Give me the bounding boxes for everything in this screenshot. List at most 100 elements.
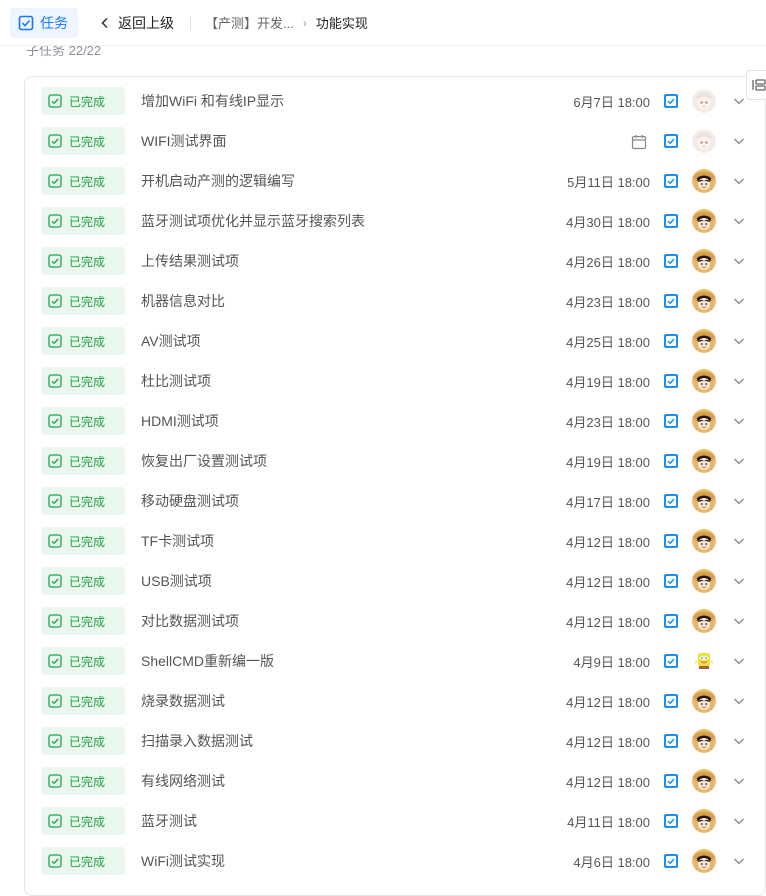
back-button[interactable]: 返回上级 [100, 13, 174, 33]
calendar-icon[interactable] [631, 134, 647, 150]
assignee-avatar[interactable] [692, 569, 716, 593]
status-badge[interactable]: 已完成 [41, 327, 125, 355]
due-date[interactable]: 4月17日 18:00 [566, 492, 650, 511]
status-badge[interactable]: 已完成 [41, 647, 125, 675]
task-title[interactable]: 开机启动产测的逻辑编写 [141, 171, 753, 191]
task-tab[interactable]: 任务 [10, 7, 78, 38]
task-title[interactable]: HDMI测试项 [141, 411, 753, 431]
due-date[interactable]: 4月6日 18:00 [573, 852, 650, 871]
status-badge[interactable]: 已完成 [41, 607, 125, 635]
task-title[interactable]: 杜比测试项 [141, 371, 753, 391]
status-badge[interactable]: 已完成 [41, 127, 125, 155]
task-title[interactable]: 对比数据测试项 [141, 611, 753, 631]
chevron-down-icon[interactable] [733, 776, 745, 786]
assignee-avatar[interactable] [692, 609, 716, 633]
task-row[interactable]: 已完成 增加WiFi 和有线IP显示 6月7日 18:00 [41, 81, 753, 121]
chevron-down-icon[interactable] [733, 216, 745, 226]
task-title[interactable]: AV测试项 [141, 331, 753, 351]
task-row[interactable]: 已完成 恢复出厂设置测试项 4月19日 18:00 [41, 441, 753, 481]
assignee-avatar[interactable] [692, 409, 716, 433]
due-date[interactable]: 4月23日 18:00 [566, 292, 650, 311]
assignee-avatar[interactable] [692, 769, 716, 793]
task-title[interactable]: 扫描录入数据测试 [141, 731, 753, 751]
due-date[interactable]: 4月25日 18:00 [566, 332, 650, 351]
status-badge[interactable]: 已完成 [41, 367, 125, 395]
chevron-down-icon[interactable] [733, 96, 745, 106]
assignee-avatar[interactable] [692, 289, 716, 313]
task-title[interactable]: WiFi测试实现 [141, 851, 753, 871]
chevron-down-icon[interactable] [733, 136, 745, 146]
task-row[interactable]: 已完成 杜比测试项 4月19日 18:00 [41, 361, 753, 401]
task-title[interactable]: 烧录数据测试 [141, 691, 753, 711]
task-row[interactable]: 已完成 ShellCMD重新编一版 4月9日 18:00 [41, 641, 753, 681]
task-title[interactable]: 机器信息对比 [141, 291, 753, 311]
chevron-down-icon[interactable] [733, 576, 745, 586]
due-date[interactable]: 6月7日 18:00 [573, 92, 650, 111]
due-date[interactable]: 4月12日 18:00 [566, 732, 650, 751]
task-title[interactable]: 移动硬盘测试项 [141, 491, 753, 511]
status-badge[interactable]: 已完成 [41, 567, 125, 595]
chevron-down-icon[interactable] [733, 496, 745, 506]
assignee-avatar[interactable] [692, 369, 716, 393]
due-date[interactable]: 4月12日 18:00 [566, 772, 650, 791]
task-title[interactable]: ShellCMD重新编一版 [141, 651, 753, 671]
chevron-down-icon[interactable] [733, 616, 745, 626]
due-date[interactable]: 4月19日 18:00 [566, 372, 650, 391]
breadcrumb-parent[interactable]: 【产测】开发... [205, 13, 294, 32]
task-title[interactable]: 有线网络测试 [141, 771, 753, 791]
task-row[interactable]: 已完成 扫描录入数据测试 4月12日 18:00 [41, 721, 753, 761]
task-row[interactable]: 已完成 TF卡测试项 4月12日 18:00 [41, 521, 753, 561]
due-date[interactable]: 4月23日 18:00 [566, 412, 650, 431]
status-badge[interactable]: 已完成 [41, 807, 125, 835]
due-date[interactable]: 4月19日 18:00 [566, 452, 650, 471]
task-row[interactable]: 已完成 WiFi测试实现 4月6日 18:00 [41, 841, 753, 881]
status-badge[interactable]: 已完成 [41, 207, 125, 235]
status-badge[interactable]: 已完成 [41, 87, 125, 115]
assignee-avatar[interactable] [692, 89, 716, 113]
task-title[interactable]: TF卡测试项 [141, 531, 753, 551]
chevron-down-icon[interactable] [733, 816, 745, 826]
assignee-avatar[interactable] [692, 489, 716, 513]
due-date[interactable]: 5月11日 18:00 [567, 172, 650, 191]
task-row[interactable]: 已完成 蓝牙测试项优化并显示蓝牙搜索列表 4月30日 18:00 [41, 201, 753, 241]
task-title[interactable]: USB测试项 [141, 571, 753, 591]
task-row[interactable]: 已完成 开机启动产测的逻辑编写 5月11日 18:00 [41, 161, 753, 201]
due-date[interactable]: 4月9日 18:00 [573, 652, 650, 671]
assignee-avatar[interactable] [692, 249, 716, 273]
task-row[interactable]: 已完成 WIFI测试界面 [41, 121, 753, 161]
due-date[interactable]: 4月11日 18:00 [567, 812, 650, 831]
assignee-avatar[interactable] [692, 129, 716, 153]
task-title[interactable]: WIFI测试界面 [141, 131, 753, 151]
task-row[interactable]: 已完成 有线网络测试 4月12日 18:00 [41, 761, 753, 801]
assignee-avatar[interactable] [692, 329, 716, 353]
task-title[interactable]: 增加WiFi 和有线IP显示 [141, 91, 753, 111]
task-row[interactable]: 已完成 烧录数据测试 4月12日 18:00 [41, 681, 753, 721]
status-badge[interactable]: 已完成 [41, 847, 125, 875]
status-badge[interactable]: 已完成 [41, 407, 125, 435]
due-date[interactable]: 4月12日 18:00 [566, 572, 650, 591]
task-row[interactable]: 已完成 对比数据测试项 4月12日 18:00 [41, 601, 753, 641]
status-badge[interactable]: 已完成 [41, 247, 125, 275]
chevron-down-icon[interactable] [733, 296, 745, 306]
assignee-avatar[interactable] [692, 689, 716, 713]
due-date[interactable]: 4月26日 18:00 [566, 252, 650, 271]
chevron-down-icon[interactable] [733, 416, 745, 426]
task-row[interactable]: 已完成 蓝牙测试 4月11日 18:00 [41, 801, 753, 841]
chevron-down-icon[interactable] [733, 376, 745, 386]
assignee-avatar[interactable] [692, 169, 716, 193]
status-badge[interactable]: 已完成 [41, 727, 125, 755]
task-row[interactable]: 已完成 移动硬盘测试项 4月17日 18:00 [41, 481, 753, 521]
task-row[interactable]: 已完成 USB测试项 4月12日 18:00 [41, 561, 753, 601]
status-badge[interactable]: 已完成 [41, 447, 125, 475]
task-row[interactable]: 已完成 HDMI测试项 4月23日 18:00 [41, 401, 753, 441]
status-badge[interactable]: 已完成 [41, 287, 125, 315]
status-badge[interactable]: 已完成 [41, 687, 125, 715]
chevron-down-icon[interactable] [733, 176, 745, 186]
due-date[interactable]: 4月12日 18:00 [566, 532, 650, 551]
chevron-down-icon[interactable] [733, 696, 745, 706]
assignee-avatar[interactable] [692, 809, 716, 833]
assignee-avatar[interactable] [692, 849, 716, 873]
assignee-avatar[interactable] [692, 649, 716, 673]
chevron-down-icon[interactable] [733, 536, 745, 546]
status-badge[interactable]: 已完成 [41, 487, 125, 515]
